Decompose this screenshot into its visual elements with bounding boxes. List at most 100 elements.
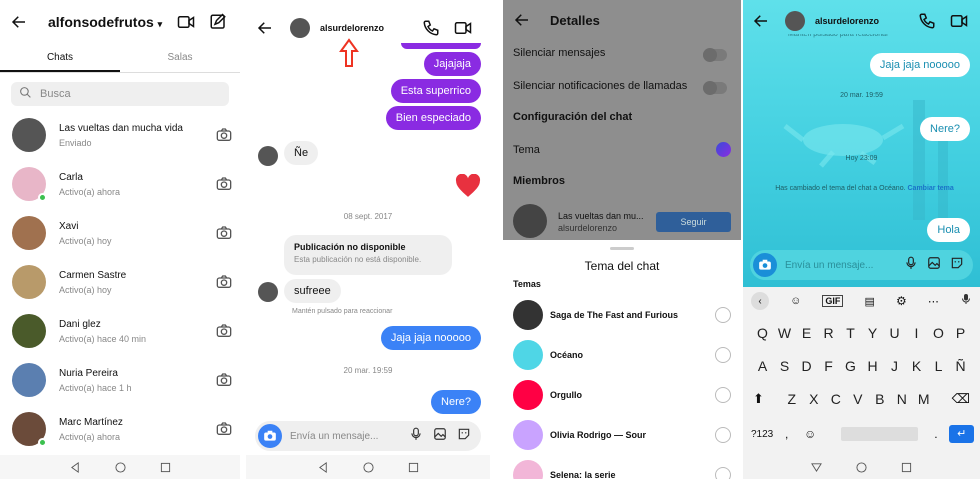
theme-row[interactable]: Tema: [513, 144, 540, 156]
chevron-down-icon[interactable]: ▾: [158, 19, 163, 29]
message-out[interactable]: Nere?: [431, 390, 481, 414]
mute-messages-row[interactable]: Silenciar mensajes: [513, 47, 605, 59]
change-theme-link[interactable]: Cambiar tema: [908, 185, 954, 192]
key[interactable]: J: [884, 358, 906, 374]
camera-icon[interactable]: [216, 323, 232, 339]
key[interactable]: T: [840, 325, 862, 341]
key[interactable]: D: [796, 358, 818, 374]
shared-post-card[interactable]: Publicación no disponible Esta publicaci…: [284, 235, 452, 275]
sticker-icon[interactable]: [457, 427, 471, 446]
symbols-key[interactable]: ?123: [751, 429, 785, 440]
phone-icon[interactable]: [918, 12, 936, 30]
message-composer[interactable]: Envía un mensaje...: [750, 250, 973, 280]
nav-recents-icon[interactable]: [408, 462, 419, 473]
key[interactable]: I: [906, 325, 928, 341]
nav-home-icon[interactable]: [856, 461, 867, 473]
gallery-icon[interactable]: [433, 427, 447, 446]
nav-home-icon[interactable]: [362, 461, 374, 473]
camera-icon[interactable]: [753, 253, 777, 277]
camera-icon[interactable]: [216, 176, 232, 192]
nav-recents-icon[interactable]: [160, 462, 171, 473]
message-in[interactable]: Ñe: [284, 141, 319, 165]
key[interactable]: Z: [781, 391, 803, 407]
contact-name[interactable]: alsurdelorenzo: [320, 23, 384, 33]
camera-icon[interactable]: [216, 127, 232, 143]
mute-calls-row[interactable]: Silenciar notificaciones de llamadas: [513, 80, 687, 92]
settings-icon[interactable]: ⚙: [896, 294, 907, 308]
camera-icon[interactable]: [216, 421, 232, 437]
message-out[interactable]: Jaja jaja nooooo: [869, 53, 970, 77]
nav-recents-icon[interactable]: [901, 462, 912, 473]
key[interactable]: L: [928, 358, 950, 374]
microphone-icon[interactable]: [409, 427, 423, 446]
enter-key-icon[interactable]: ↵: [949, 425, 974, 443]
theme-option[interactable]: Océano: [513, 339, 731, 371]
key[interactable]: U: [884, 325, 906, 341]
message-in[interactable]: sufreee: [284, 279, 341, 303]
theme-radio[interactable]: [715, 427, 731, 443]
message-out[interactable]: Nere?: [920, 117, 970, 141]
key[interactable]: B: [869, 391, 891, 407]
camera-icon[interactable]: [258, 424, 282, 448]
mute-messages-toggle[interactable]: [703, 48, 727, 62]
nav-home-icon[interactable]: [114, 461, 126, 473]
key[interactable]: X: [803, 391, 825, 407]
collapse-toolbar-icon[interactable]: ‹: [751, 292, 769, 310]
theme-color-swatch[interactable]: [716, 142, 731, 157]
key[interactable]: E: [796, 325, 818, 341]
key[interactable]: Q: [752, 325, 774, 341]
camera-icon[interactable]: [216, 225, 232, 241]
theme-radio[interactable]: [715, 387, 731, 403]
chat-list-item[interactable]: Las vueltas dan mucha vida Enviado: [12, 115, 232, 155]
theme-option[interactable]: Selena: la serie: [513, 459, 731, 479]
key[interactable]: V: [847, 391, 869, 407]
nav-back-icon[interactable]: [318, 461, 329, 473]
key[interactable]: Y: [862, 325, 884, 341]
tab-salas[interactable]: Salas: [120, 44, 240, 72]
contact-name[interactable]: alsurdelorenzo: [815, 16, 879, 26]
chat-list-item[interactable]: Xavi Activo(a) hoy: [12, 213, 232, 253]
back-arrow-icon[interactable]: [256, 19, 274, 37]
chat-list-item[interactable]: Carla Activo(a) ahora: [12, 164, 232, 204]
theme-radio[interactable]: [715, 347, 731, 363]
space-bar[interactable]: [840, 427, 919, 441]
back-arrow-icon[interactable]: [10, 13, 28, 31]
mute-calls-toggle[interactable]: [703, 81, 727, 95]
video-call-icon[interactable]: [177, 13, 195, 31]
key[interactable]: G: [840, 358, 862, 374]
contact-avatar[interactable]: [290, 18, 310, 38]
key[interactable]: S: [774, 358, 796, 374]
key[interactable]: R: [818, 325, 840, 341]
phone-icon[interactable]: [422, 19, 440, 37]
period-key[interactable]: .: [934, 427, 949, 441]
tab-chats[interactable]: Chats: [0, 44, 120, 72]
message-out[interactable]: Esta superrico: [390, 79, 481, 103]
contact-avatar[interactable]: [785, 11, 805, 31]
gallery-icon[interactable]: [927, 256, 941, 275]
nav-back-icon[interactable]: [70, 461, 81, 473]
key[interactable]: P: [950, 325, 972, 341]
chat-list-item[interactable]: Marc Martínez Activo(a) ahora: [12, 409, 232, 449]
theme-option[interactable]: Orgullo: [513, 379, 731, 411]
theme-radio[interactable]: [715, 307, 731, 323]
back-arrow-icon[interactable]: [513, 11, 531, 29]
more-icon[interactable]: ⋯: [928, 295, 939, 308]
follow-button[interactable]: Seguir: [656, 212, 731, 232]
camera-icon[interactable]: [216, 274, 232, 290]
shift-key-icon[interactable]: ⬆: [753, 391, 764, 407]
account-title[interactable]: alfonsodefrutos ▾: [48, 14, 162, 30]
sticker-icon[interactable]: [950, 256, 964, 275]
key[interactable]: M: [913, 391, 935, 407]
microphone-icon[interactable]: [904, 256, 918, 275]
key[interactable]: N: [891, 391, 913, 407]
search-input[interactable]: Busca: [11, 82, 229, 106]
back-arrow-icon[interactable]: [752, 12, 770, 30]
sheet-handle[interactable]: [610, 247, 634, 250]
video-call-icon[interactable]: [454, 19, 472, 37]
key[interactable]: W: [774, 325, 796, 341]
message-out[interactable]: Hola: [927, 218, 970, 242]
message-out[interactable]: Jajajaja: [423, 52, 481, 76]
key[interactable]: H: [862, 358, 884, 374]
chat-list-item[interactable]: Carmen Sastre Activo(a) hoy: [12, 262, 232, 302]
chat-list-item[interactable]: Nuria Pereira Activo(a) hace 1 h: [12, 360, 232, 400]
